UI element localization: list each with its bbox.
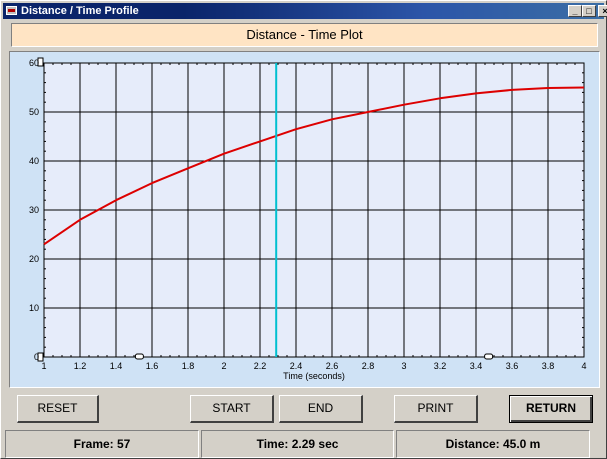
x-tick-label: 1 (41, 361, 46, 371)
maximize-button[interactable]: □ (582, 5, 596, 17)
time-status: Time: 2.29 sec (201, 430, 394, 458)
y-tick-label: 30 (29, 205, 39, 215)
x-tick-label: 3.8 (542, 361, 555, 371)
print-button[interactable]: PRINT (394, 395, 478, 423)
x-tick-label: 2.6 (326, 361, 339, 371)
start-button[interactable]: START (190, 395, 274, 423)
reset-button[interactable]: RESET (17, 395, 99, 423)
x-tick-label: 1.2 (74, 361, 87, 371)
x-tick-label: 3.6 (506, 361, 519, 371)
frame-status: Frame: 57 (5, 430, 199, 458)
range-marker-handle[interactable] (484, 353, 494, 360)
chart-area[interactable]: 1 1.2 1.4 1.6 1.8 2 2.2 2.4 2.6 2.8 3 3.2 3.4 3.6 3.8 4… (9, 51, 600, 388)
y-tick-label: 50 (29, 107, 39, 117)
y-tick-label: 10 (29, 303, 39, 313)
distance-time-chart[interactable]: 1 1.2 1.4 1.6 1.8 2 2.2 2.4 2.6 2.8 3 3.2 3.4 3.6 3.8 4… (10, 52, 599, 387)
x-tick-label: 2.2 (254, 361, 267, 371)
app-icon[interactable] (6, 6, 17, 15)
end-button[interactable]: END (279, 395, 363, 423)
x-tick-label: 4 (581, 361, 586, 371)
x-tick-label: 3.2 (434, 361, 447, 371)
x-tick-label: 2.4 (290, 361, 303, 371)
y-tick-label: 20 (29, 254, 39, 264)
x-tick-label: 3 (401, 361, 406, 371)
x-axis-label: Time (seconds) (283, 371, 345, 381)
title-bar[interactable]: Distance / Time Profile _ □ × (3, 3, 607, 19)
x-tick-label: 2 (221, 361, 226, 371)
return-button[interactable]: RETURN (509, 395, 593, 423)
distance-status: Distance: 45.0 m (396, 430, 590, 458)
x-tick-label: 2.8 (362, 361, 375, 371)
range-marker-handle[interactable] (134, 353, 144, 360)
x-tick-label: 3.4 (470, 361, 483, 371)
plot-title: Distance - Time Plot (11, 23, 598, 47)
x-tick-label: 1.6 (146, 361, 159, 371)
x-tick-label: 1.8 (182, 361, 195, 371)
window-title: Distance / Time Profile (21, 5, 139, 17)
minimize-button[interactable]: _ (568, 5, 582, 17)
main-window: Distance / Time Profile _ □ × Distance -… (0, 0, 607, 459)
x-tick-label: 1.4 (110, 361, 123, 371)
close-button[interactable]: × (598, 5, 607, 17)
y-tick-label: 0 (34, 352, 39, 362)
y-tick-label: 60 (29, 58, 39, 68)
y-tick-label: 40 (29, 156, 39, 166)
